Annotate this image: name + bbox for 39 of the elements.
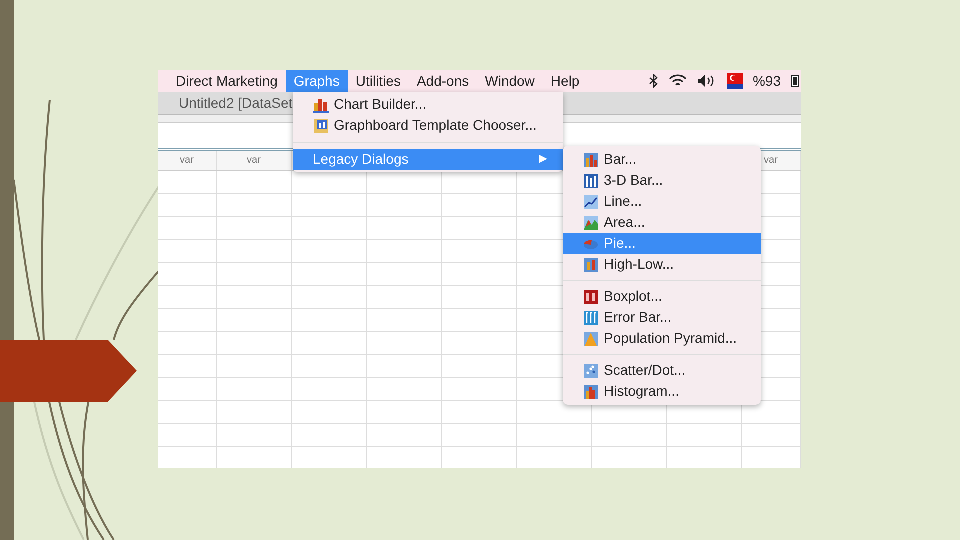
menu-item[interactable]: Bar...	[563, 149, 761, 170]
bluetooth-icon	[648, 74, 659, 88]
line-chart-icon	[583, 194, 599, 210]
column-header: var	[247, 154, 261, 168]
column-header: var	[764, 154, 778, 168]
battery-percent: %93	[752, 72, 781, 90]
menu-item[interactable]: Error Bar...	[563, 307, 761, 328]
battery-icon	[791, 75, 799, 87]
menu-item[interactable]: Scatter/Dot...	[563, 360, 761, 381]
menu-item[interactable]: 3-D Bar...	[563, 170, 761, 191]
submenu-arrow: ▶	[539, 152, 547, 168]
menu-bar-item[interactable]: Add-ons	[408, 70, 478, 92]
menu-bar-item[interactable]: Direct Marketing	[168, 70, 286, 92]
menu-item[interactable]: Chart Builder...	[293, 94, 563, 115]
menu-item[interactable]: Area...	[563, 212, 761, 233]
menu-bar-item[interactable]: Help	[542, 70, 588, 92]
menu-item[interactable]: Graphboard Template Chooser...	[293, 115, 563, 136]
menu-bar-item[interactable]: Utilities	[348, 70, 409, 92]
menu-item[interactable]: Boxplot...	[563, 286, 761, 307]
histogram-icon	[583, 384, 599, 400]
menu-item[interactable]: Histogram...	[563, 381, 761, 402]
pyramid-icon	[583, 330, 599, 346]
flag-icon	[726, 73, 743, 89]
column-header: var	[180, 154, 194, 168]
wifi-icon	[668, 74, 687, 88]
menu-item[interactable]: Population Pyramid...	[563, 328, 761, 349]
menu-item[interactable]: High-Low...	[563, 254, 761, 275]
scatter-plot-icon	[583, 362, 599, 378]
boxplot-icon	[583, 288, 599, 304]
error-bar-icon	[583, 310, 599, 326]
bar-chart-icon	[313, 96, 329, 112]
stock-chart-icon	[583, 256, 599, 272]
window-title: Untitled2 [DataSet	[179, 94, 293, 113]
menu-item[interactable]: Line...	[563, 191, 761, 212]
chart-template-icon	[313, 118, 329, 134]
bar-chart-icon	[583, 152, 599, 168]
menu-bar-item[interactable]: Window	[477, 70, 543, 92]
bar-chart-icon	[583, 172, 599, 188]
area-chart-icon	[583, 214, 599, 230]
